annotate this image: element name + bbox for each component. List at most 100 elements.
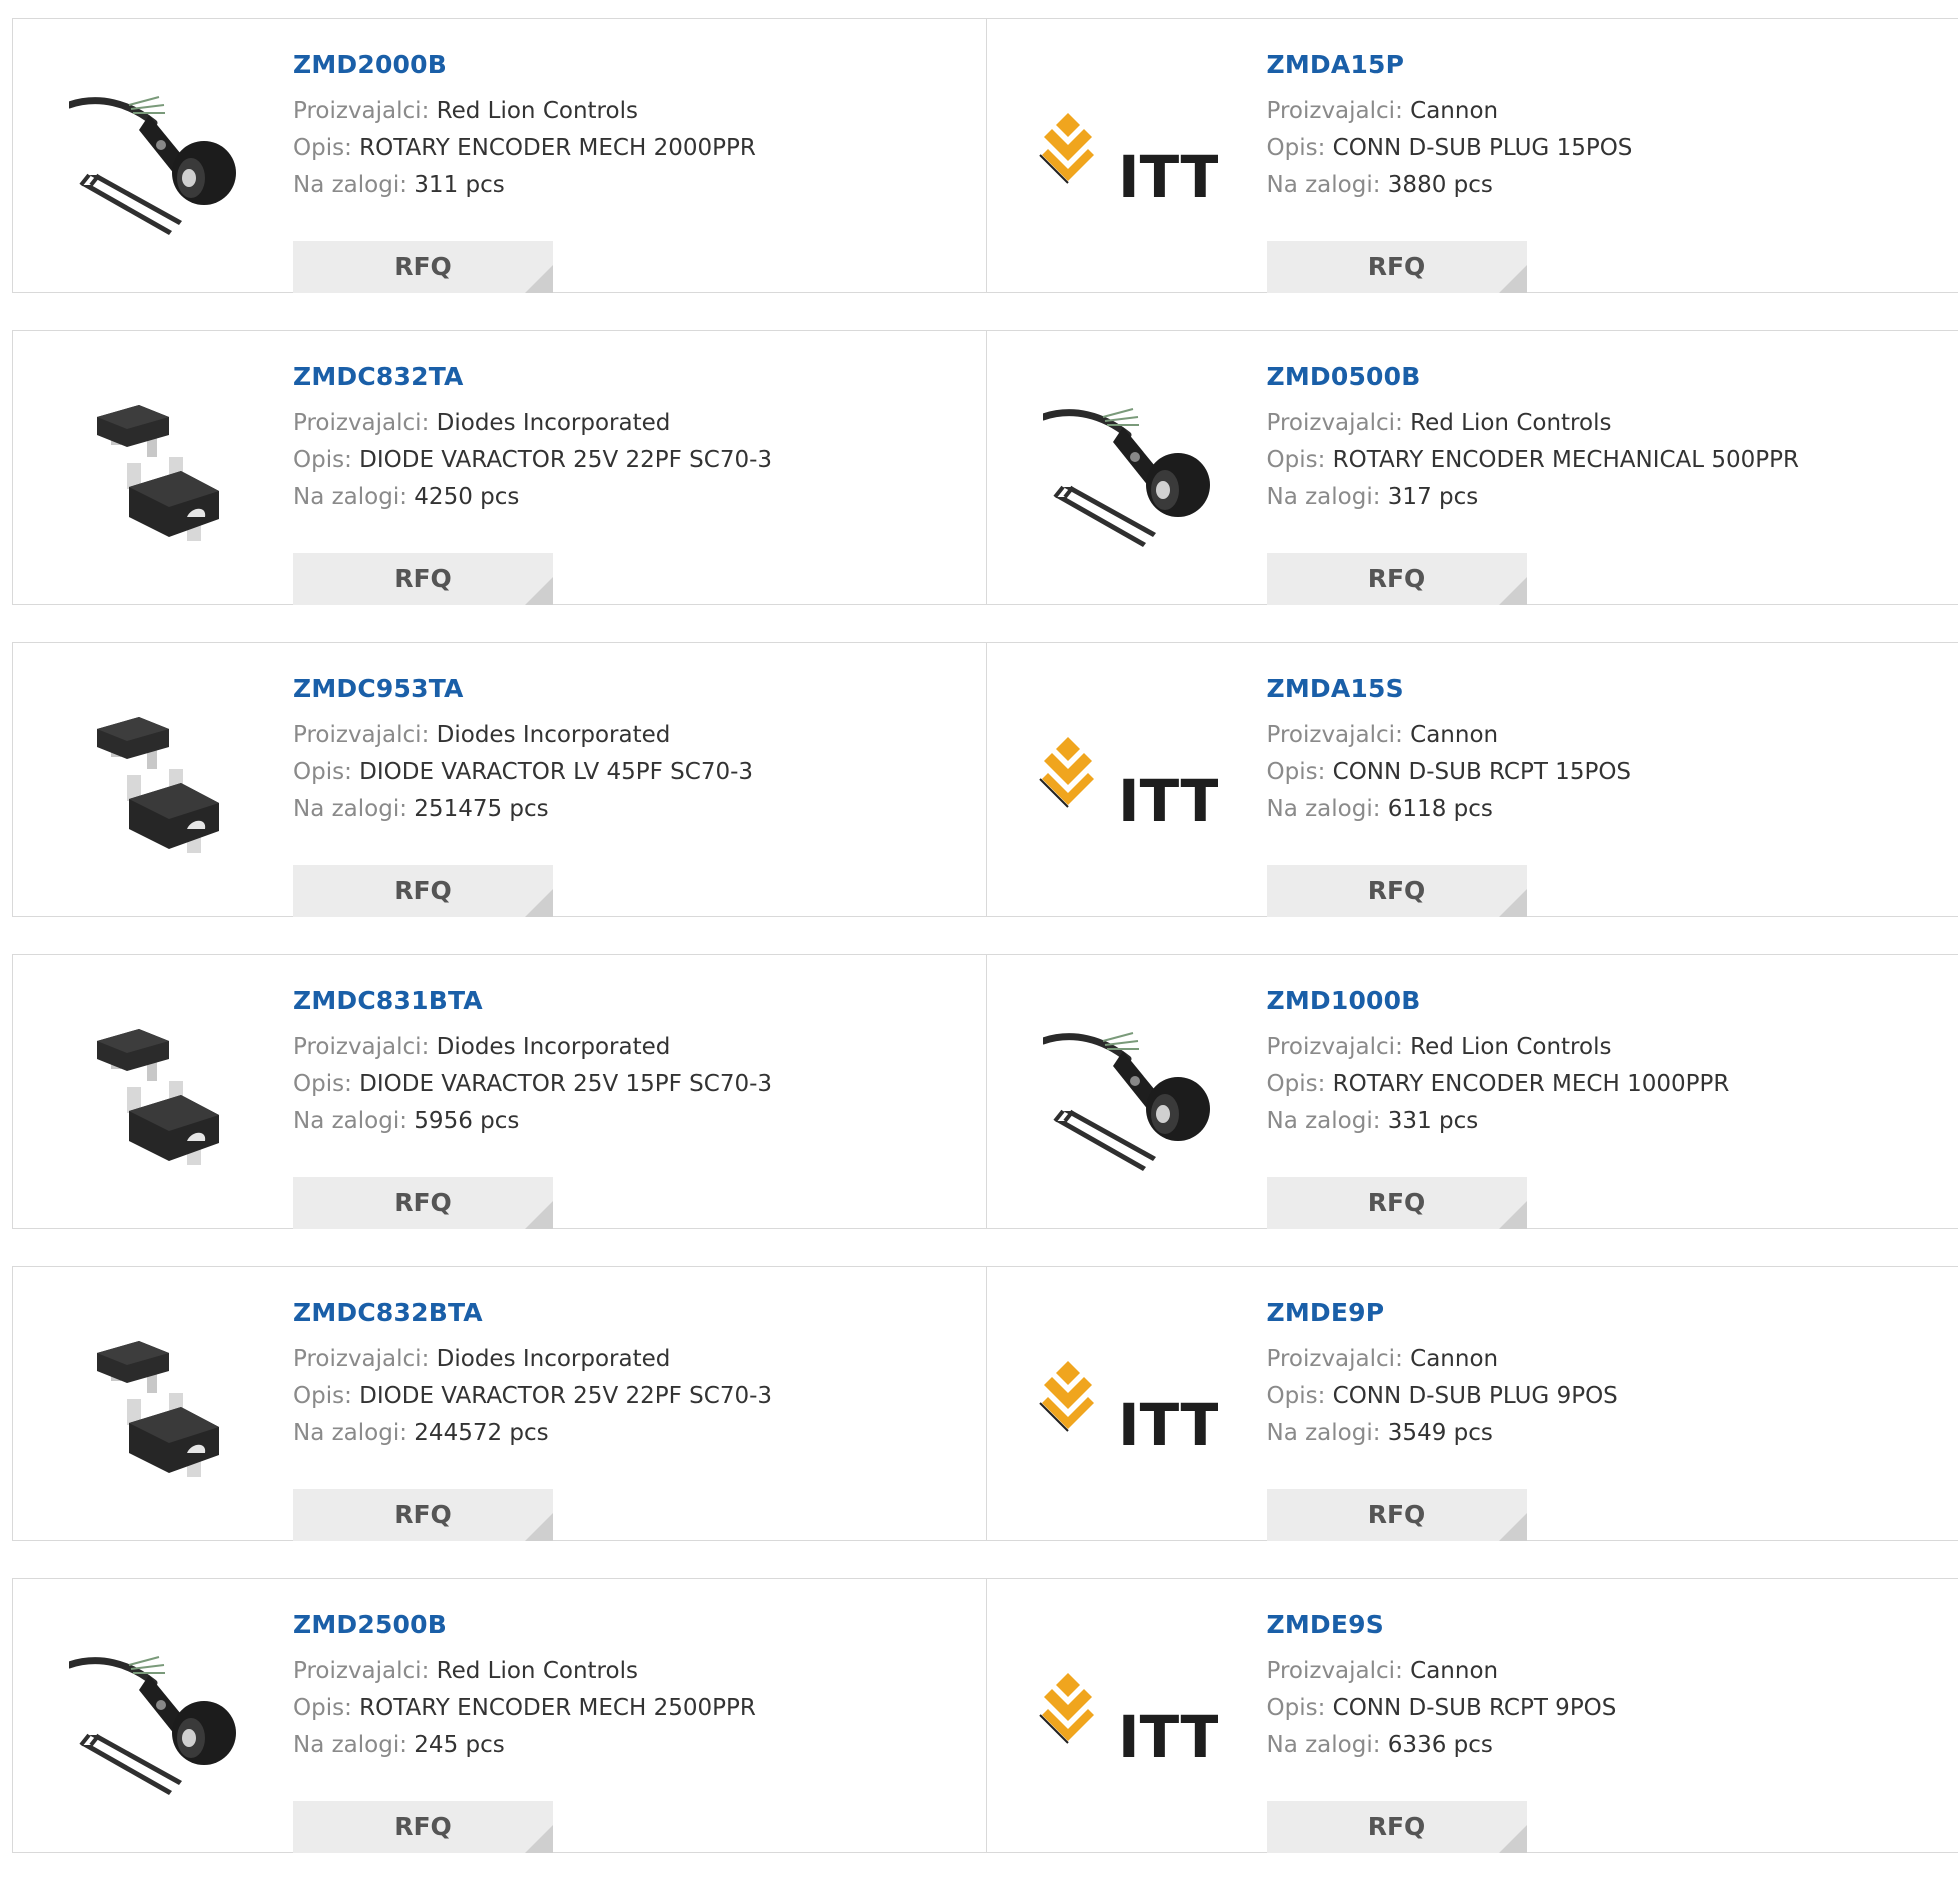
manufacturer-value: Red Lion Controls (1410, 1034, 1611, 1060)
rfq-button[interactable]: RFQ (1267, 1177, 1527, 1229)
product-card: ZMD1000B Proizvajalci: Red Lion Controls… (986, 955, 1958, 1228)
part-number-link[interactable]: ZMDE9P (1267, 1295, 1949, 1331)
product-card: ZMDC953TA Proizvajalci: Diodes Incorpora… (13, 643, 986, 916)
product-info: ZMDA15S Proizvajalci: Cannon Opis: CONN … (1267, 671, 1949, 828)
manufacturer-label: Proizvajalci: (1267, 1034, 1403, 1060)
rfq-button[interactable]: RFQ (293, 1801, 553, 1853)
description-label: Opis: (293, 1383, 352, 1409)
manufacturer-label: Proizvajalci: (1267, 410, 1403, 436)
manufacturer-line: Proizvajalci: Cannon (1267, 717, 1949, 754)
stock-label: Na zalogi: (1267, 1420, 1381, 1446)
rfq-button-label: RFQ (394, 564, 452, 593)
itt-logo-text: ITT (1118, 1391, 1218, 1459)
stock-line: Na zalogi: 3880 pcs (1267, 167, 1949, 204)
stock-label: Na zalogi: (1267, 1108, 1381, 1134)
description-value: ROTARY ENCODER MECH 1000PPR (1333, 1071, 1730, 1097)
product-image[interactable]: ITT (1027, 1619, 1229, 1821)
rfq-button[interactable]: RFQ (293, 1177, 553, 1229)
part-number-link[interactable]: ZMDA15S (1267, 671, 1949, 707)
manufacturer-label: Proizvajalci: (293, 1658, 429, 1684)
rfq-button[interactable]: RFQ (1267, 553, 1527, 605)
product-card: ITT ZMDA15S Proizvajalci: Cannon Opis: C… (986, 643, 1958, 916)
rfq-button[interactable]: RFQ (293, 553, 553, 605)
stock-value: 4250 pcs (414, 484, 519, 510)
product-card: ZMDC832BTA Proizvajalci: Diodes Incorpor… (13, 1267, 986, 1540)
product-image[interactable] (1027, 371, 1229, 573)
part-number-link[interactable]: ZMD2000B (293, 47, 976, 83)
manufacturer-label: Proizvajalci: (293, 410, 429, 436)
product-info: ZMDC832TA Proizvajalci: Diodes Incorpora… (293, 359, 976, 516)
manufacturer-value: Cannon (1410, 1346, 1498, 1372)
rfq-button[interactable]: RFQ (1267, 865, 1527, 917)
part-number-link[interactable]: ZMD1000B (1267, 983, 1949, 1019)
part-number-link[interactable]: ZMDA15P (1267, 47, 1949, 83)
rfq-button[interactable]: RFQ (293, 241, 553, 293)
rfq-button[interactable]: RFQ (293, 1489, 553, 1541)
description-line: Opis: DIODE VARACTOR LV 45PF SC70-3 (293, 754, 976, 791)
description-line: Opis: CONN D-SUB RCPT 9POS (1267, 1690, 1949, 1727)
manufacturer-line: Proizvajalci: Cannon (1267, 93, 1949, 130)
manufacturer-label: Proizvajalci: (1267, 1658, 1403, 1684)
description-value: ROTARY ENCODER MECH 2000PPR (359, 135, 756, 161)
product-image[interactable] (53, 1307, 255, 1509)
rfq-button[interactable]: RFQ (1267, 1489, 1527, 1541)
product-image[interactable] (53, 1619, 255, 1821)
encoder-illustration (1043, 387, 1213, 557)
stock-label: Na zalogi: (1267, 172, 1381, 198)
stock-value: 251475 pcs (414, 796, 548, 822)
rfq-button-label: RFQ (1368, 876, 1426, 905)
product-image[interactable] (53, 59, 255, 261)
product-image[interactable] (53, 371, 255, 573)
product-info: ZMDE9P Proizvajalci: Cannon Opis: CONN D… (1267, 1295, 1949, 1452)
stock-value: 244572 pcs (414, 1420, 548, 1446)
manufacturer-value: Cannon (1410, 722, 1498, 748)
part-number-link[interactable]: ZMDC831BTA (293, 983, 976, 1019)
itt-logo-text: ITT (1118, 143, 1218, 211)
part-number-link[interactable]: ZMDC832BTA (293, 1295, 976, 1331)
corner-triangle-icon (525, 1201, 553, 1229)
product-image[interactable] (53, 995, 255, 1197)
stock-value: 6118 pcs (1388, 796, 1493, 822)
product-card: ITT ZMDE9P Proizvajalci: Cannon Opis: CO… (986, 1267, 1958, 1540)
stock-line: Na zalogi: 4250 pcs (293, 479, 976, 516)
itt-logo-text: ITT (1118, 767, 1218, 835)
product-card: ZMDC831BTA Proizvajalci: Diodes Incorpor… (13, 955, 986, 1228)
itt-logo-text: ITT (1118, 1703, 1218, 1771)
description-line: Opis: ROTARY ENCODER MECH 2500PPR (293, 1690, 976, 1727)
part-number-link[interactable]: ZMD2500B (293, 1607, 976, 1643)
rfq-button[interactable]: RFQ (293, 865, 553, 917)
product-info: ZMDA15P Proizvajalci: Cannon Opis: CONN … (1267, 47, 1949, 204)
product-grid: ZMD2000B Proizvajalci: Red Lion Controls… (12, 18, 1958, 1890)
stock-line: Na zalogi: 6118 pcs (1267, 791, 1949, 828)
rfq-button-label: RFQ (1368, 564, 1426, 593)
description-label: Opis: (293, 1071, 352, 1097)
product-image[interactable] (1027, 995, 1229, 1197)
description-line: Opis: ROTARY ENCODER MECH 1000PPR (1267, 1066, 1949, 1103)
part-number-link[interactable]: ZMDC953TA (293, 671, 976, 707)
sc70-package-illustration (69, 699, 239, 869)
product-image[interactable] (53, 683, 255, 885)
description-value: CONN D-SUB PLUG 15POS (1333, 135, 1633, 161)
stock-line: Na zalogi: 5956 pcs (293, 1103, 976, 1140)
corner-triangle-icon (525, 1825, 553, 1853)
rfq-button[interactable]: RFQ (1267, 1801, 1527, 1853)
manufacturer-value: Red Lion Controls (437, 1658, 638, 1684)
description-line: Opis: CONN D-SUB RCPT 15POS (1267, 754, 1949, 791)
product-image[interactable]: ITT (1027, 59, 1229, 261)
part-number-link[interactable]: ZMDE9S (1267, 1607, 1949, 1643)
stock-line: Na zalogi: 6336 pcs (1267, 1727, 1949, 1764)
product-info: ZMD1000B Proizvajalci: Red Lion Controls… (1267, 983, 1949, 1140)
product-image[interactable]: ITT (1027, 683, 1229, 885)
description-label: Opis: (1267, 1071, 1326, 1097)
part-number-link[interactable]: ZMDC832TA (293, 359, 976, 395)
part-number-link[interactable]: ZMD0500B (1267, 359, 1949, 395)
rfq-button[interactable]: RFQ (1267, 241, 1527, 293)
manufacturer-line: Proizvajalci: Red Lion Controls (1267, 1029, 1949, 1066)
product-image[interactable]: ITT (1027, 1307, 1229, 1509)
description-value: ROTARY ENCODER MECH 2500PPR (359, 1695, 756, 1721)
stock-line: Na zalogi: 311 pcs (293, 167, 976, 204)
rfq-button-label: RFQ (1368, 252, 1426, 281)
manufacturer-line: Proizvajalci: Diodes Incorporated (293, 405, 976, 442)
description-line: Opis: DIODE VARACTOR 25V 22PF SC70-3 (293, 1378, 976, 1415)
description-label: Opis: (1267, 135, 1326, 161)
